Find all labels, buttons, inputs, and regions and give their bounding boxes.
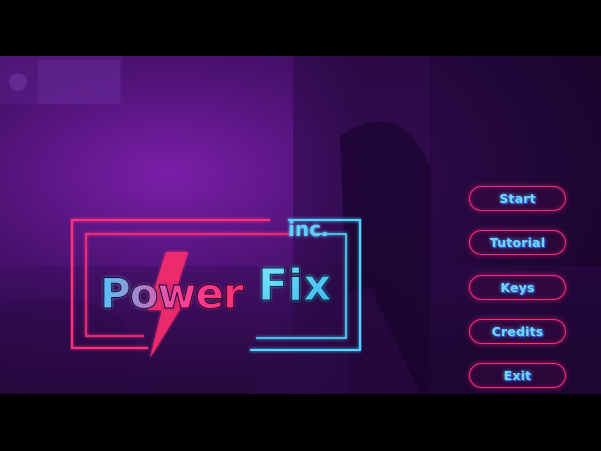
credits-button-label: Credits bbox=[491, 324, 544, 339]
start-button-label: Start bbox=[499, 191, 536, 206]
letterbox-top bbox=[0, 0, 601, 56]
letterbox-bottom bbox=[0, 394, 601, 451]
powerfix-logo: Power Fix inc. bbox=[71, 217, 361, 358]
tutorial-button[interactable]: Tutorial bbox=[469, 230, 566, 255]
tutorial-button-label: Tutorial bbox=[489, 235, 546, 250]
start-button[interactable]: Start bbox=[469, 186, 566, 211]
keys-button-label: Keys bbox=[500, 280, 535, 295]
logo-wordmark-power: Power bbox=[100, 269, 244, 318]
credits-button[interactable]: Credits bbox=[469, 319, 566, 344]
keys-button[interactable]: Keys bbox=[469, 275, 566, 300]
title-scene: Power Fix inc. Start Tutorial Keys Credi… bbox=[0, 56, 601, 394]
logo-suffix-inc: inc. bbox=[288, 217, 329, 241]
game-screen: Power Fix inc. Start Tutorial Keys Credi… bbox=[0, 0, 601, 451]
exit-button-label: Exit bbox=[503, 368, 532, 383]
logo-wordmark-fix: Fix bbox=[258, 260, 332, 311]
exit-button[interactable]: Exit bbox=[469, 363, 566, 388]
